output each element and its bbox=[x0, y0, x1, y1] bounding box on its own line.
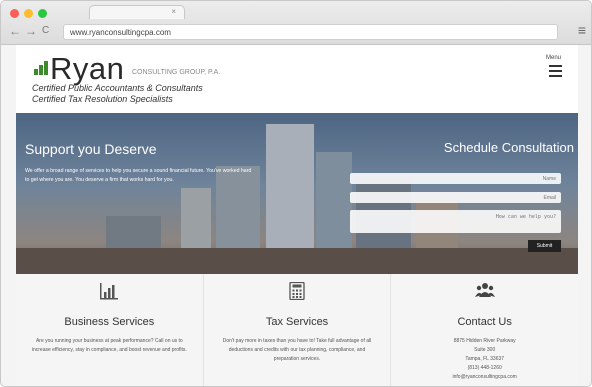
hamburger-menu-icon[interactable] bbox=[549, 65, 562, 80]
back-arrow-icon[interactable]: ← bbox=[9, 24, 21, 38]
calculator-icon bbox=[289, 282, 305, 300]
browser-chrome: × ← → C www.ryanconsultingcpa.com ≡ bbox=[1, 1, 591, 45]
tagline-line-2: Certified Tax Resolution Specialists bbox=[32, 94, 173, 104]
contact-email[interactable]: info@ryanconsultingcpa.com bbox=[404, 373, 565, 382]
tab-close-icon[interactable]: × bbox=[171, 7, 176, 16]
name-field[interactable] bbox=[350, 173, 561, 184]
message-field[interactable] bbox=[350, 210, 561, 233]
contact-address-line: 8875 Hidden River Parkway bbox=[453, 338, 516, 344]
browser-window: × ← → C www.ryanconsultingcpa.com ≡ Ryan… bbox=[0, 0, 592, 387]
email-field[interactable] bbox=[350, 192, 561, 203]
bar-chart-icon bbox=[100, 283, 119, 300]
service-title: Contact Us bbox=[457, 316, 512, 328]
service-title: Tax Services bbox=[265, 316, 329, 328]
submit-button[interactable]: Submit bbox=[528, 240, 561, 252]
service-contact: Contact Us 8875 Hidden River Parkway Sui… bbox=[391, 274, 578, 386]
tagline-line-1: Certified Public Accountants & Consultan… bbox=[32, 83, 203, 93]
service-business: Business Services Are you running your b… bbox=[16, 274, 204, 386]
reload-icon[interactable]: C bbox=[42, 24, 49, 38]
site-header: Ryan CONSULTING GROUP, P.A. Certified Pu… bbox=[16, 45, 578, 113]
logo-subtitle: CONSULTING GROUP, P.A. bbox=[132, 69, 221, 76]
form-title: Schedule Consultation bbox=[443, 140, 574, 155]
forward-arrow-icon[interactable]: → bbox=[25, 24, 37, 38]
window-controls bbox=[10, 9, 47, 18]
maximize-window-button[interactable] bbox=[38, 9, 47, 18]
hero-text: We offer a broad range of services to he… bbox=[25, 168, 252, 183]
browser-menu-icon[interactable]: ≡ bbox=[578, 22, 586, 38]
contact-phone[interactable]: (813) 448-1260 bbox=[404, 364, 565, 373]
navigation-bar: ← → C www.ryanconsultingcpa.com ≡ bbox=[1, 21, 591, 43]
service-description: Are you running your business at peak pe… bbox=[31, 338, 187, 353]
users-icon bbox=[474, 283, 495, 297]
contact-address-line: Suite 300 bbox=[474, 347, 496, 353]
service-description: Don't pay more in taxes than you have to… bbox=[222, 338, 372, 362]
service-title: Business Services bbox=[64, 316, 155, 328]
menu-label[interactable]: Menu bbox=[546, 55, 561, 61]
contact-address-line: Tampa, FL 33637 bbox=[465, 356, 505, 362]
address-bar[interactable]: www.ryanconsultingcpa.com bbox=[63, 24, 558, 40]
services-section: Business Services Are you running your b… bbox=[16, 274, 578, 386]
hero-section: Support you Deserve We offer a broad ran… bbox=[16, 113, 578, 274]
logo-wordmark[interactable]: Ryan bbox=[50, 51, 124, 87]
minimize-window-button[interactable] bbox=[24, 9, 33, 18]
hero-title: Support you Deserve bbox=[25, 141, 157, 157]
browser-tab[interactable]: × bbox=[89, 5, 185, 19]
website: Ryan CONSULTING GROUP, P.A. Certified Pu… bbox=[16, 45, 578, 386]
close-window-button[interactable] bbox=[10, 9, 19, 18]
service-tax: Tax Services Don't pay more in taxes tha… bbox=[204, 274, 392, 386]
contact-details: 8875 Hidden River Parkway Suite 300 Tamp… bbox=[404, 337, 565, 382]
